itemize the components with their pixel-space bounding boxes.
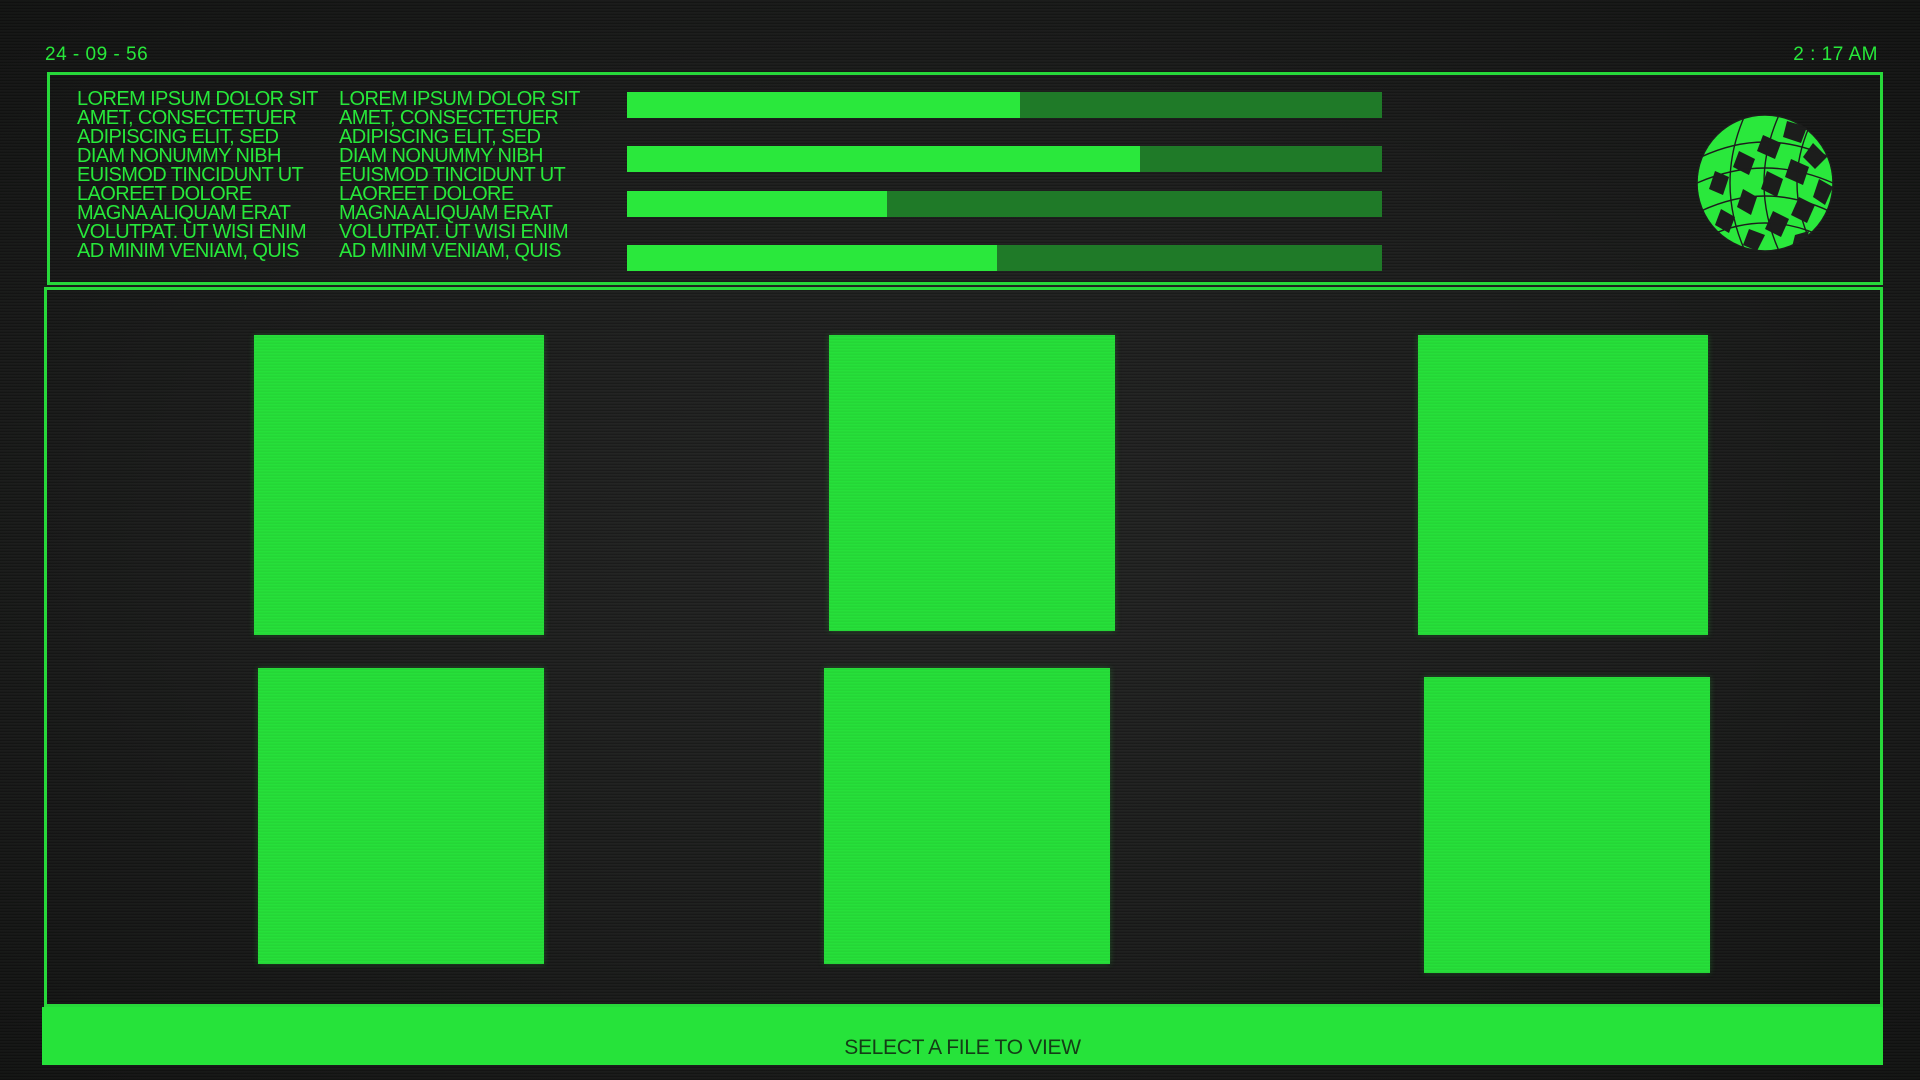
meter-bar-4	[627, 245, 1382, 271]
status-bar: SELECT A FILE TO VIEW	[42, 1007, 1883, 1065]
meter-fill-1	[627, 92, 1020, 118]
meter-fill-4	[627, 245, 997, 271]
file-tile-1[interactable]	[254, 335, 544, 635]
info-text-column-1: LOREM IPSUM DOLOR SIT AMET, CONSECTETUER…	[77, 88, 318, 262]
meter-bar-3	[627, 191, 1382, 217]
meter-bar-2	[627, 146, 1382, 172]
file-tile-2[interactable]	[829, 335, 1115, 631]
date-readout: 24 - 09 - 56	[45, 44, 149, 65]
meter-fill-2	[627, 146, 1141, 172]
time-readout: 2 : 17 AM	[1793, 44, 1878, 65]
status-text: SELECT A FILE TO VIEW	[844, 1036, 1081, 1059]
file-tile-3[interactable]	[1418, 335, 1708, 635]
file-tile-6[interactable]	[1424, 677, 1710, 973]
file-tile-4[interactable]	[258, 668, 544, 964]
info-panel: LOREM IPSUM DOLOR SIT AMET, CONSECTETUER…	[47, 72, 1883, 285]
file-tile-5[interactable]	[824, 668, 1110, 964]
globe-icon	[1696, 114, 1834, 252]
meter-bar-1	[627, 92, 1382, 118]
info-text-column-2: LOREM IPSUM DOLOR SIT AMET, CONSECTETUER…	[339, 88, 580, 262]
file-browser-panel	[44, 287, 1883, 1007]
meter-fill-3	[627, 191, 888, 217]
terminal-screen: 24 - 09 - 56 2 : 17 AM LOREM IPSUM DOLOR…	[0, 0, 1920, 1080]
